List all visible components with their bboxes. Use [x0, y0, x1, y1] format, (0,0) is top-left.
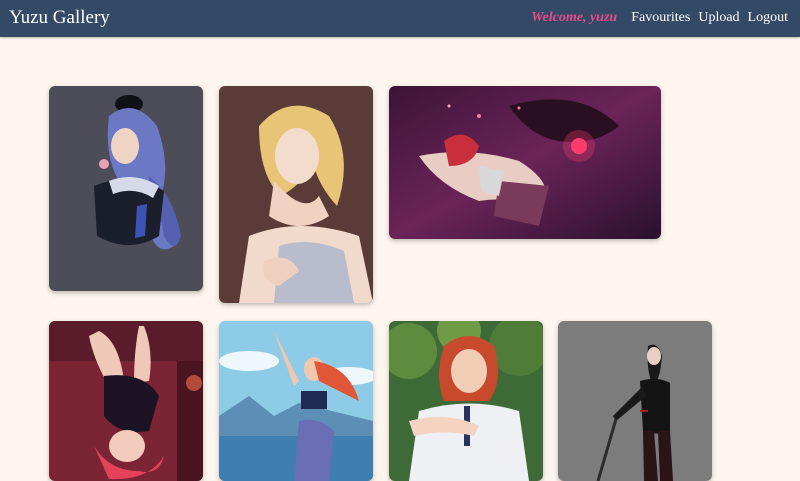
nav-upload-link[interactable]: Upload [698, 10, 739, 26]
artwork-image [389, 86, 661, 239]
welcome-text: Welcome, yuzu [531, 10, 618, 25]
artwork-image [389, 321, 543, 481]
artwork-image [49, 321, 203, 481]
nav-favourites-link[interactable]: Favourites [631, 10, 690, 26]
artwork-card[interactable] [389, 321, 543, 481]
nav-links: Welcome, yuzu Favourites Upload Logout [531, 10, 788, 26]
artwork-card[interactable] [49, 86, 203, 291]
nav-logout-link[interactable]: Logout [748, 10, 788, 26]
artwork-card[interactable] [389, 86, 661, 239]
navbar: Yuzu Gallery Welcome, yuzu Favourites Up… [0, 0, 800, 37]
artwork-image [49, 86, 203, 291]
artwork-card[interactable] [49, 321, 203, 481]
artwork-image [219, 321, 373, 481]
artwork-card[interactable] [558, 321, 712, 481]
artwork-card[interactable] [219, 86, 373, 303]
artwork-image [558, 321, 712, 481]
brand-title[interactable]: Yuzu Gallery [9, 7, 110, 29]
artwork-card[interactable] [219, 321, 373, 481]
artwork-image [219, 86, 373, 303]
